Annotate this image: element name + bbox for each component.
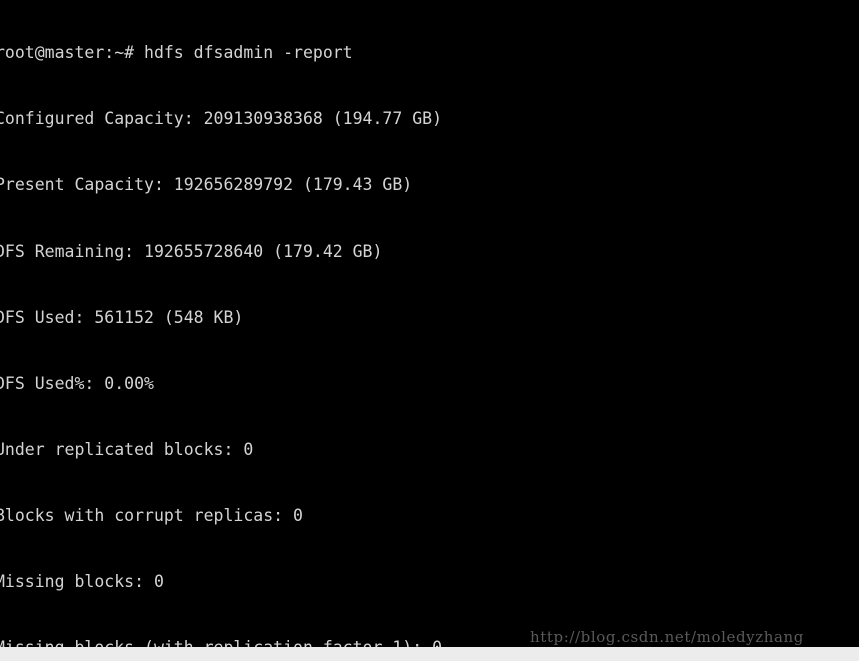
line-missing-blocks: Missing blocks: 0 [0,572,164,592]
terminal-prompt-line: root@master:~# hdfs dfsadmin -report [0,43,353,63]
line-under-replicated-blocks: Under replicated blocks: 0 [0,439,254,459]
terminal-output: root@master:~# hdfs dfsadmin -report Con… [0,0,859,647]
line-configured-capacity: Configured Capacity: 209130938368 (194.7… [0,109,443,129]
page-bottom-strip [0,647,859,661]
line-blocks-with-corrupt-replicas: Blocks with corrupt replicas: 0 [0,506,303,526]
terminal-window[interactable]: root@master:~# hdfs dfsadmin -report Con… [0,0,859,647]
line-dfs-remaining: DFS Remaining: 192655728640 (179.42 GB) [0,241,383,261]
watermark-url: http://blog.csdn.net/moledyzhang [530,628,805,646]
line-dfs-used-percent: DFS Used%: 0.00% [0,373,154,393]
line-dfs-used: DFS Used: 561152 (548 KB) [0,307,244,327]
line-present-capacity: Present Capacity: 192656289792 (179.43 G… [0,175,413,195]
